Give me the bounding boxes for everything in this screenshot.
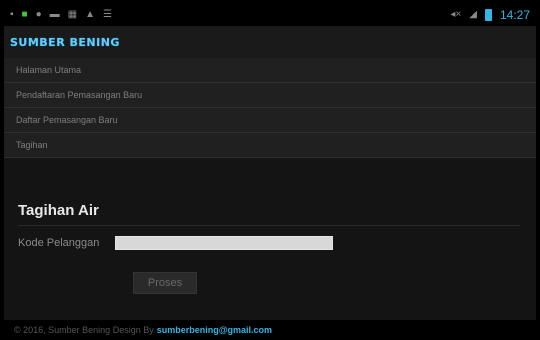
bbm-icon: ▬	[49, 9, 60, 20]
app-bar: SUMBER BENING	[4, 26, 536, 58]
keyboard-icon: ▦	[67, 9, 78, 20]
divider	[18, 225, 520, 226]
menu-item-halaman-utama[interactable]: Halaman Utama	[4, 58, 536, 83]
signal-icon: ◢	[469, 9, 477, 20]
footer: © 2016, Sumber Bening Design By sumberbe…	[4, 320, 536, 340]
warning-icon: ▲	[85, 9, 95, 20]
battery-icon	[484, 9, 492, 21]
page-title: Tagihan Air	[18, 202, 99, 219]
status-bar: ▪ ■ ● ▬ ▦ ▲ ☰ ◂× ◢ 14:27	[4, 4, 536, 26]
nav-menu: Halaman Utama Pendaftaran Pemasangan Bar…	[4, 58, 536, 158]
message-icon: ●	[35, 9, 42, 20]
image-icon: ▪	[10, 9, 14, 20]
kode-pelanggan-input[interactable]	[115, 236, 333, 250]
main-content: Tagihan Air Kode Pelanggan Proses	[4, 198, 536, 294]
status-right-icons: ◂× ◢ 14:27	[450, 8, 530, 22]
menu-item-daftar-pemasangan[interactable]: Daftar Pemasangan Baru	[4, 108, 536, 133]
clock: 14:27	[499, 8, 530, 22]
app-logo: SUMBER BENING	[10, 35, 120, 49]
proses-button[interactable]: Proses	[133, 272, 197, 294]
menu-item-tagihan[interactable]: Tagihan	[4, 133, 536, 158]
status-left-icons: ▪ ■ ● ▬ ▦ ▲ ☰	[10, 10, 112, 20]
mute-icon: ◂×	[450, 9, 462, 20]
app-icon: ■	[21, 9, 28, 20]
app-frame: ▪ ■ ● ▬ ▦ ▲ ☰ ◂× ◢ 14:27 SUMBER BENING H…	[4, 4, 536, 340]
footer-email-link[interactable]: sumberbening@gmail.com	[157, 325, 272, 335]
wifi-icon: ☰	[103, 9, 112, 20]
footer-text: © 2016, Sumber Bening Design By	[14, 325, 154, 335]
menu-item-pendaftaran[interactable]: Pendaftaran Pemasangan Baru	[4, 83, 536, 108]
form-row-kode: Kode Pelanggan	[18, 236, 522, 250]
kode-pelanggan-label: Kode Pelanggan	[18, 237, 100, 249]
